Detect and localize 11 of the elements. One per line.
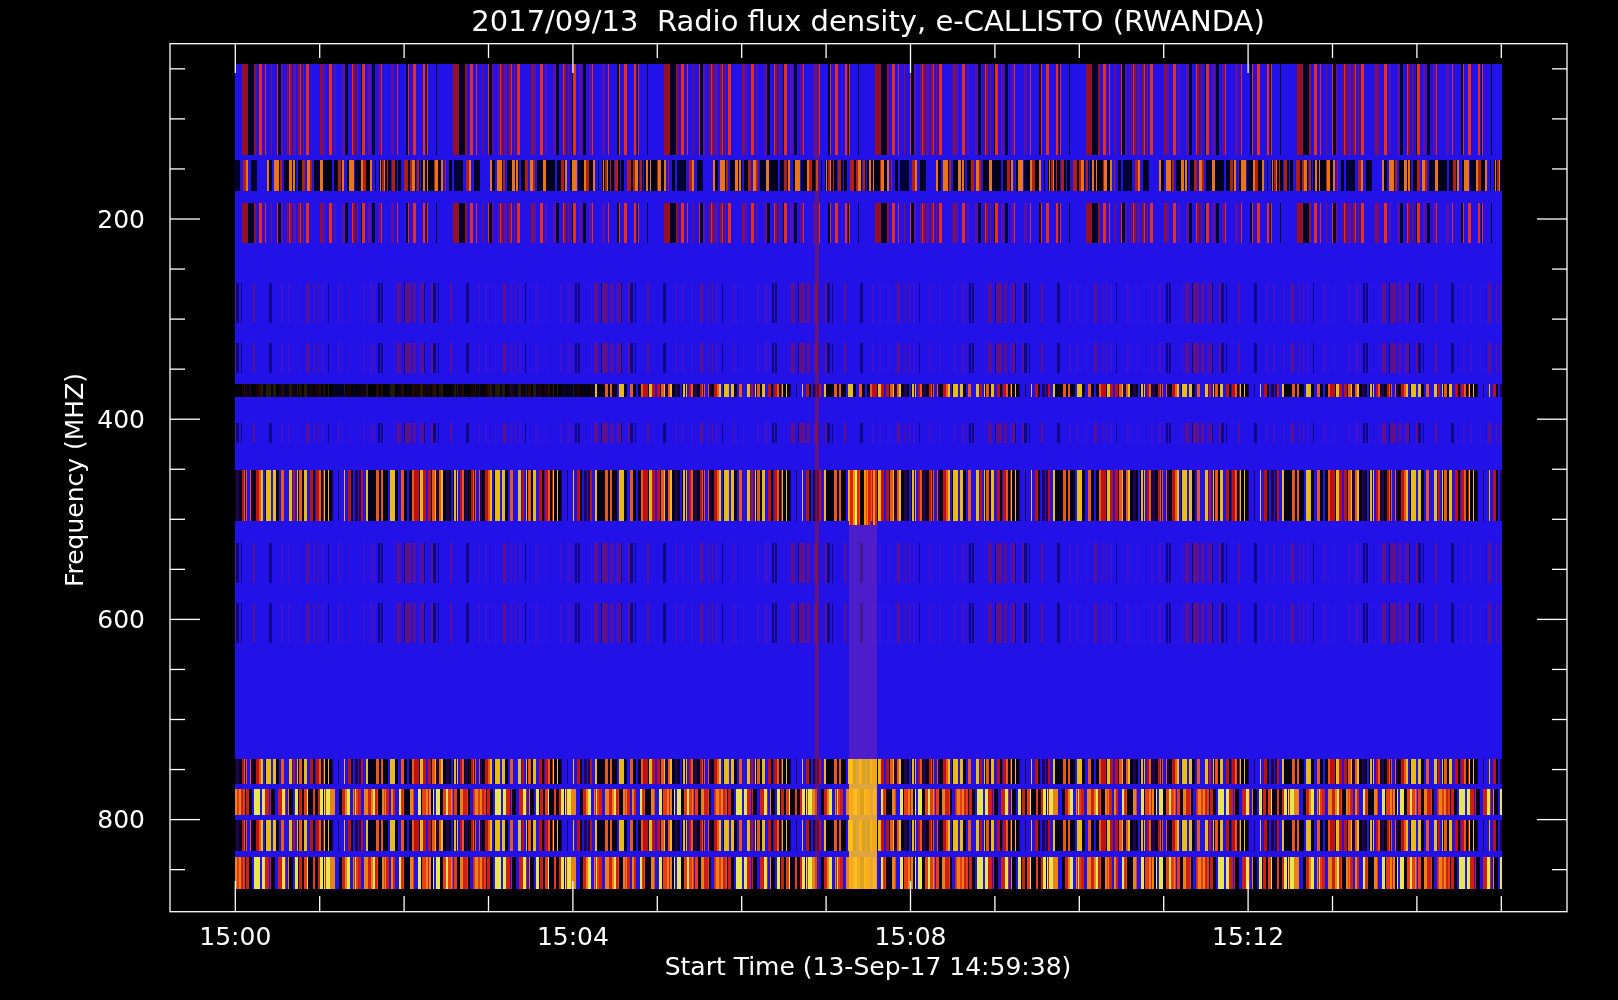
x-tick-label: 15:00 <box>199 921 272 951</box>
y-tick-label: 800 <box>97 805 145 835</box>
y-tick-label: 600 <box>97 604 145 634</box>
x-tick-label: 15:12 <box>1212 921 1285 951</box>
chart-title: 2017/09/13 Radio flux density, e-CALLISTO (RWANDA) <box>471 7 1265 36</box>
y-axis-title: Frequency (MHZ) <box>59 372 89 588</box>
x-tick-label: 15:08 <box>874 921 947 951</box>
x-tick-label: 15:04 <box>536 921 609 951</box>
y-tick-label: 200 <box>97 204 145 234</box>
x-axis-title: Start Time (13-Sep-17 14:59:38) <box>664 951 1072 981</box>
y-tick-label: 400 <box>97 404 145 434</box>
